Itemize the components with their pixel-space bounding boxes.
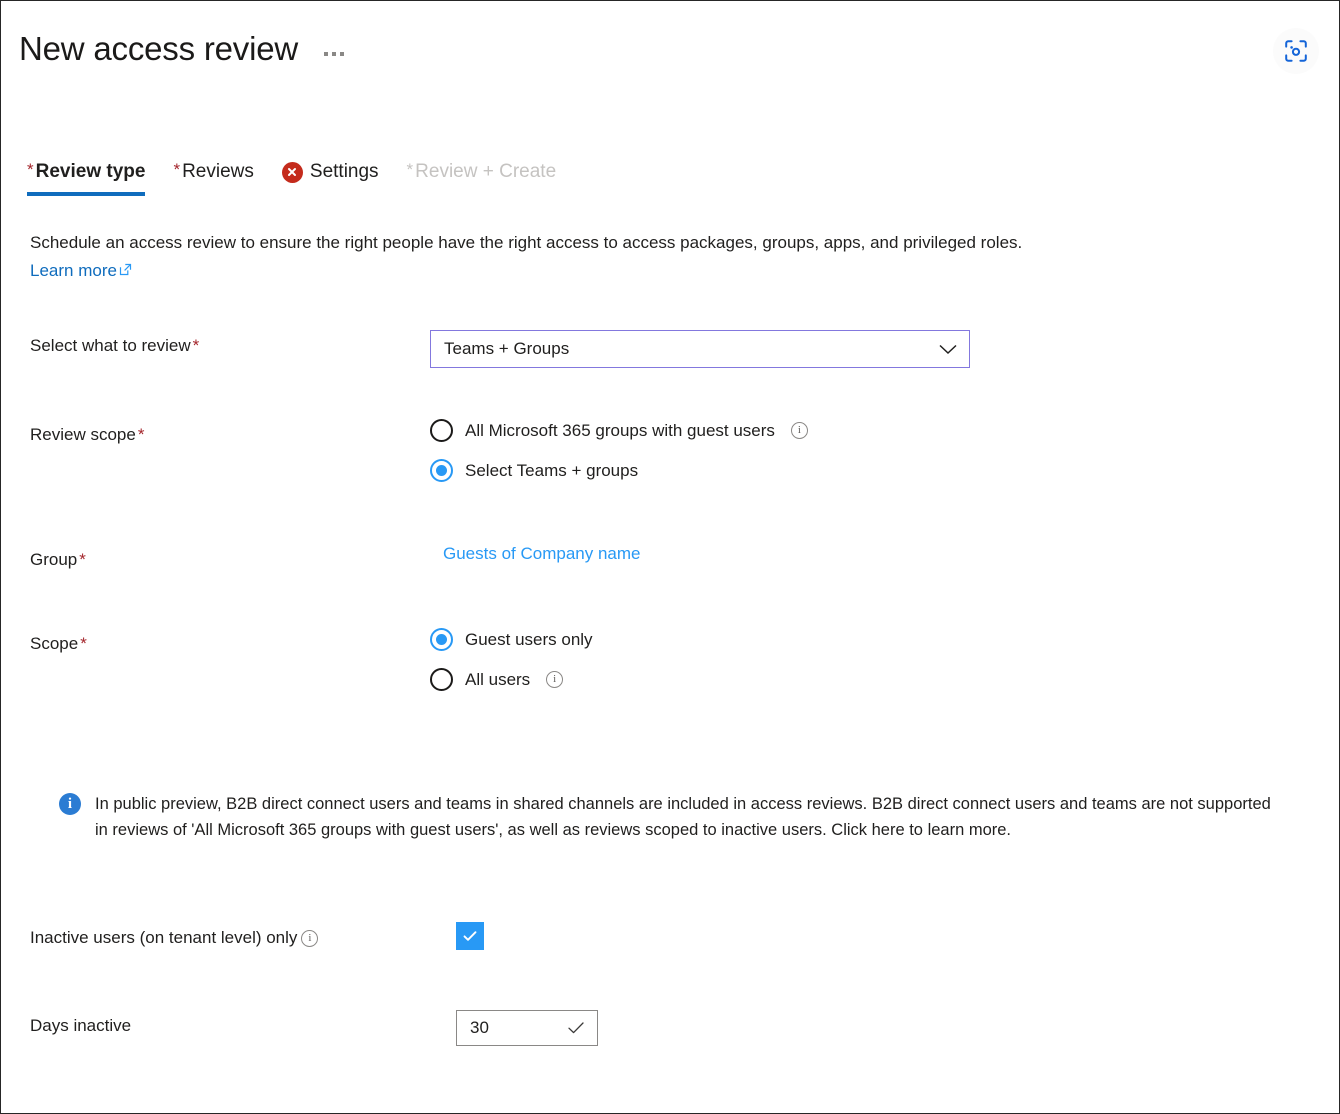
- field-label-text: Inactive users (on tenant level) only: [30, 925, 297, 951]
- radio-label: All users: [465, 670, 530, 690]
- ellipsis-dot: [324, 52, 328, 56]
- radio-label: All Microsoft 365 groups with guest user…: [465, 421, 775, 441]
- ellipsis-dot: [332, 52, 336, 56]
- label-inactive-users-only: Inactive users (on tenant level) only i: [30, 922, 443, 951]
- tab-label: Settings: [310, 159, 379, 185]
- info-icon[interactable]: i: [791, 422, 808, 439]
- new-access-review-blade: New access review *: [0, 0, 1340, 1114]
- scan-capture-icon-button[interactable]: [1273, 28, 1319, 74]
- label-select-what-to-review: Select what to review*: [30, 330, 430, 359]
- scan-capture-icon: [1283, 38, 1309, 64]
- scan-dot: [1290, 46, 1293, 49]
- tab-reviews[interactable]: * Reviews: [173, 159, 267, 196]
- more-options-button[interactable]: [320, 46, 348, 62]
- select-what-to-review-dropdown[interactable]: Teams + Groups: [430, 330, 970, 368]
- label-days-inactive: Days inactive: [30, 1010, 443, 1039]
- field-inactive-users-only: [443, 922, 1310, 950]
- radio-all-m365-groups-with-guest-users[interactable]: All Microsoft 365 groups with guest user…: [430, 419, 1310, 442]
- required-asterisk: *: [407, 161, 414, 178]
- field-group: Guests of Company name: [430, 544, 1310, 564]
- field-select-what-to-review: Teams + Groups: [430, 330, 1310, 368]
- days-inactive-value: 30: [470, 1018, 489, 1038]
- scope-radio-group: Guest users only All users i: [430, 628, 1310, 691]
- x-glyph: [286, 166, 298, 178]
- tab-label: Review + Create: [415, 159, 556, 185]
- radio-indicator: [430, 628, 453, 651]
- dropdown-value: Teams + Groups: [444, 339, 569, 359]
- row-scope: Scope* Guest users only All users i: [30, 628, 1310, 691]
- radio-indicator: [430, 459, 453, 482]
- external-link-icon: [119, 263, 132, 276]
- row-inactive-users-only: Inactive users (on tenant level) only i: [30, 922, 1310, 951]
- info-banner-text: In public preview, B2B direct connect us…: [95, 791, 1281, 843]
- tab-review-type[interactable]: * Review type: [27, 159, 159, 196]
- row-review-scope: Review scope* All Microsoft 365 groups w…: [30, 419, 1310, 482]
- tab-settings[interactable]: Settings: [282, 159, 393, 196]
- required-asterisk: *: [191, 336, 200, 355]
- error-x-icon: [282, 162, 303, 183]
- review-scope-radio-group: All Microsoft 365 groups with guest user…: [430, 419, 1310, 482]
- field-days-inactive: 30: [443, 1010, 1310, 1046]
- group-selection-link[interactable]: Guests of Company name: [430, 544, 640, 563]
- title-row: New access review: [19, 27, 348, 71]
- tab-review-create[interactable]: * Review + Create: [407, 159, 571, 196]
- learn-more-link[interactable]: Learn more: [30, 257, 132, 285]
- inactive-users-checkbox[interactable]: [456, 922, 484, 950]
- info-icon[interactable]: i: [546, 671, 563, 688]
- required-asterisk: *: [173, 161, 180, 178]
- radio-indicator: [430, 419, 453, 442]
- radio-guest-users-only[interactable]: Guest users only: [430, 628, 1310, 651]
- row-group: Group* Guests of Company name: [30, 544, 1310, 573]
- field-label-text: Days inactive: [30, 1016, 131, 1035]
- field-scope: Guest users only All users i: [430, 628, 1310, 691]
- radio-all-users[interactable]: All users i: [430, 668, 1310, 691]
- days-inactive-input[interactable]: 30: [456, 1010, 598, 1046]
- learn-more-label: Learn more: [30, 257, 117, 285]
- field-review-scope: All Microsoft 365 groups with guest user…: [430, 419, 1310, 482]
- radio-label: Guest users only: [465, 630, 593, 650]
- field-label-text: Scope: [30, 634, 78, 653]
- radio-indicator: [430, 668, 453, 691]
- required-asterisk: *: [78, 634, 87, 653]
- required-asterisk: *: [27, 161, 34, 178]
- field-label-text: Group: [30, 550, 77, 569]
- blade-header: New access review: [1, 1, 1339, 111]
- public-preview-info-banner: i In public preview, B2B direct connect …: [59, 791, 1281, 843]
- checkmark-icon: [567, 1021, 585, 1035]
- label-review-scope: Review scope*: [30, 419, 430, 448]
- info-icon[interactable]: i: [301, 930, 318, 947]
- tab-label: Review type: [36, 159, 146, 185]
- intro-description: Schedule an access review to ensure the …: [30, 229, 1270, 285]
- page-title: New access review: [19, 27, 298, 71]
- tab-label: Reviews: [182, 159, 254, 185]
- radio-label: Select Teams + groups: [465, 461, 638, 481]
- intro-text: Schedule an access review to ensure the …: [30, 233, 1022, 252]
- radio-select-teams-groups[interactable]: Select Teams + groups: [430, 459, 1310, 482]
- field-label-text: Select what to review: [30, 336, 191, 355]
- label-scope: Scope*: [30, 628, 430, 657]
- wizard-tabs: * Review type * Reviews Settings * Revie…: [27, 159, 584, 196]
- checkmark-icon: [461, 927, 479, 945]
- row-days-inactive: Days inactive 30: [30, 1010, 1310, 1046]
- required-asterisk: *: [136, 425, 145, 444]
- label-group: Group*: [30, 544, 430, 573]
- tab-active-underline: [27, 192, 145, 196]
- ellipsis-dot: [340, 52, 344, 56]
- field-label-text: Review scope: [30, 425, 136, 444]
- chevron-down-icon: [939, 344, 957, 355]
- row-select-what-to-review: Select what to review* Teams + Groups: [30, 330, 1310, 368]
- info-circle-icon: i: [59, 793, 81, 815]
- required-asterisk: *: [77, 550, 86, 569]
